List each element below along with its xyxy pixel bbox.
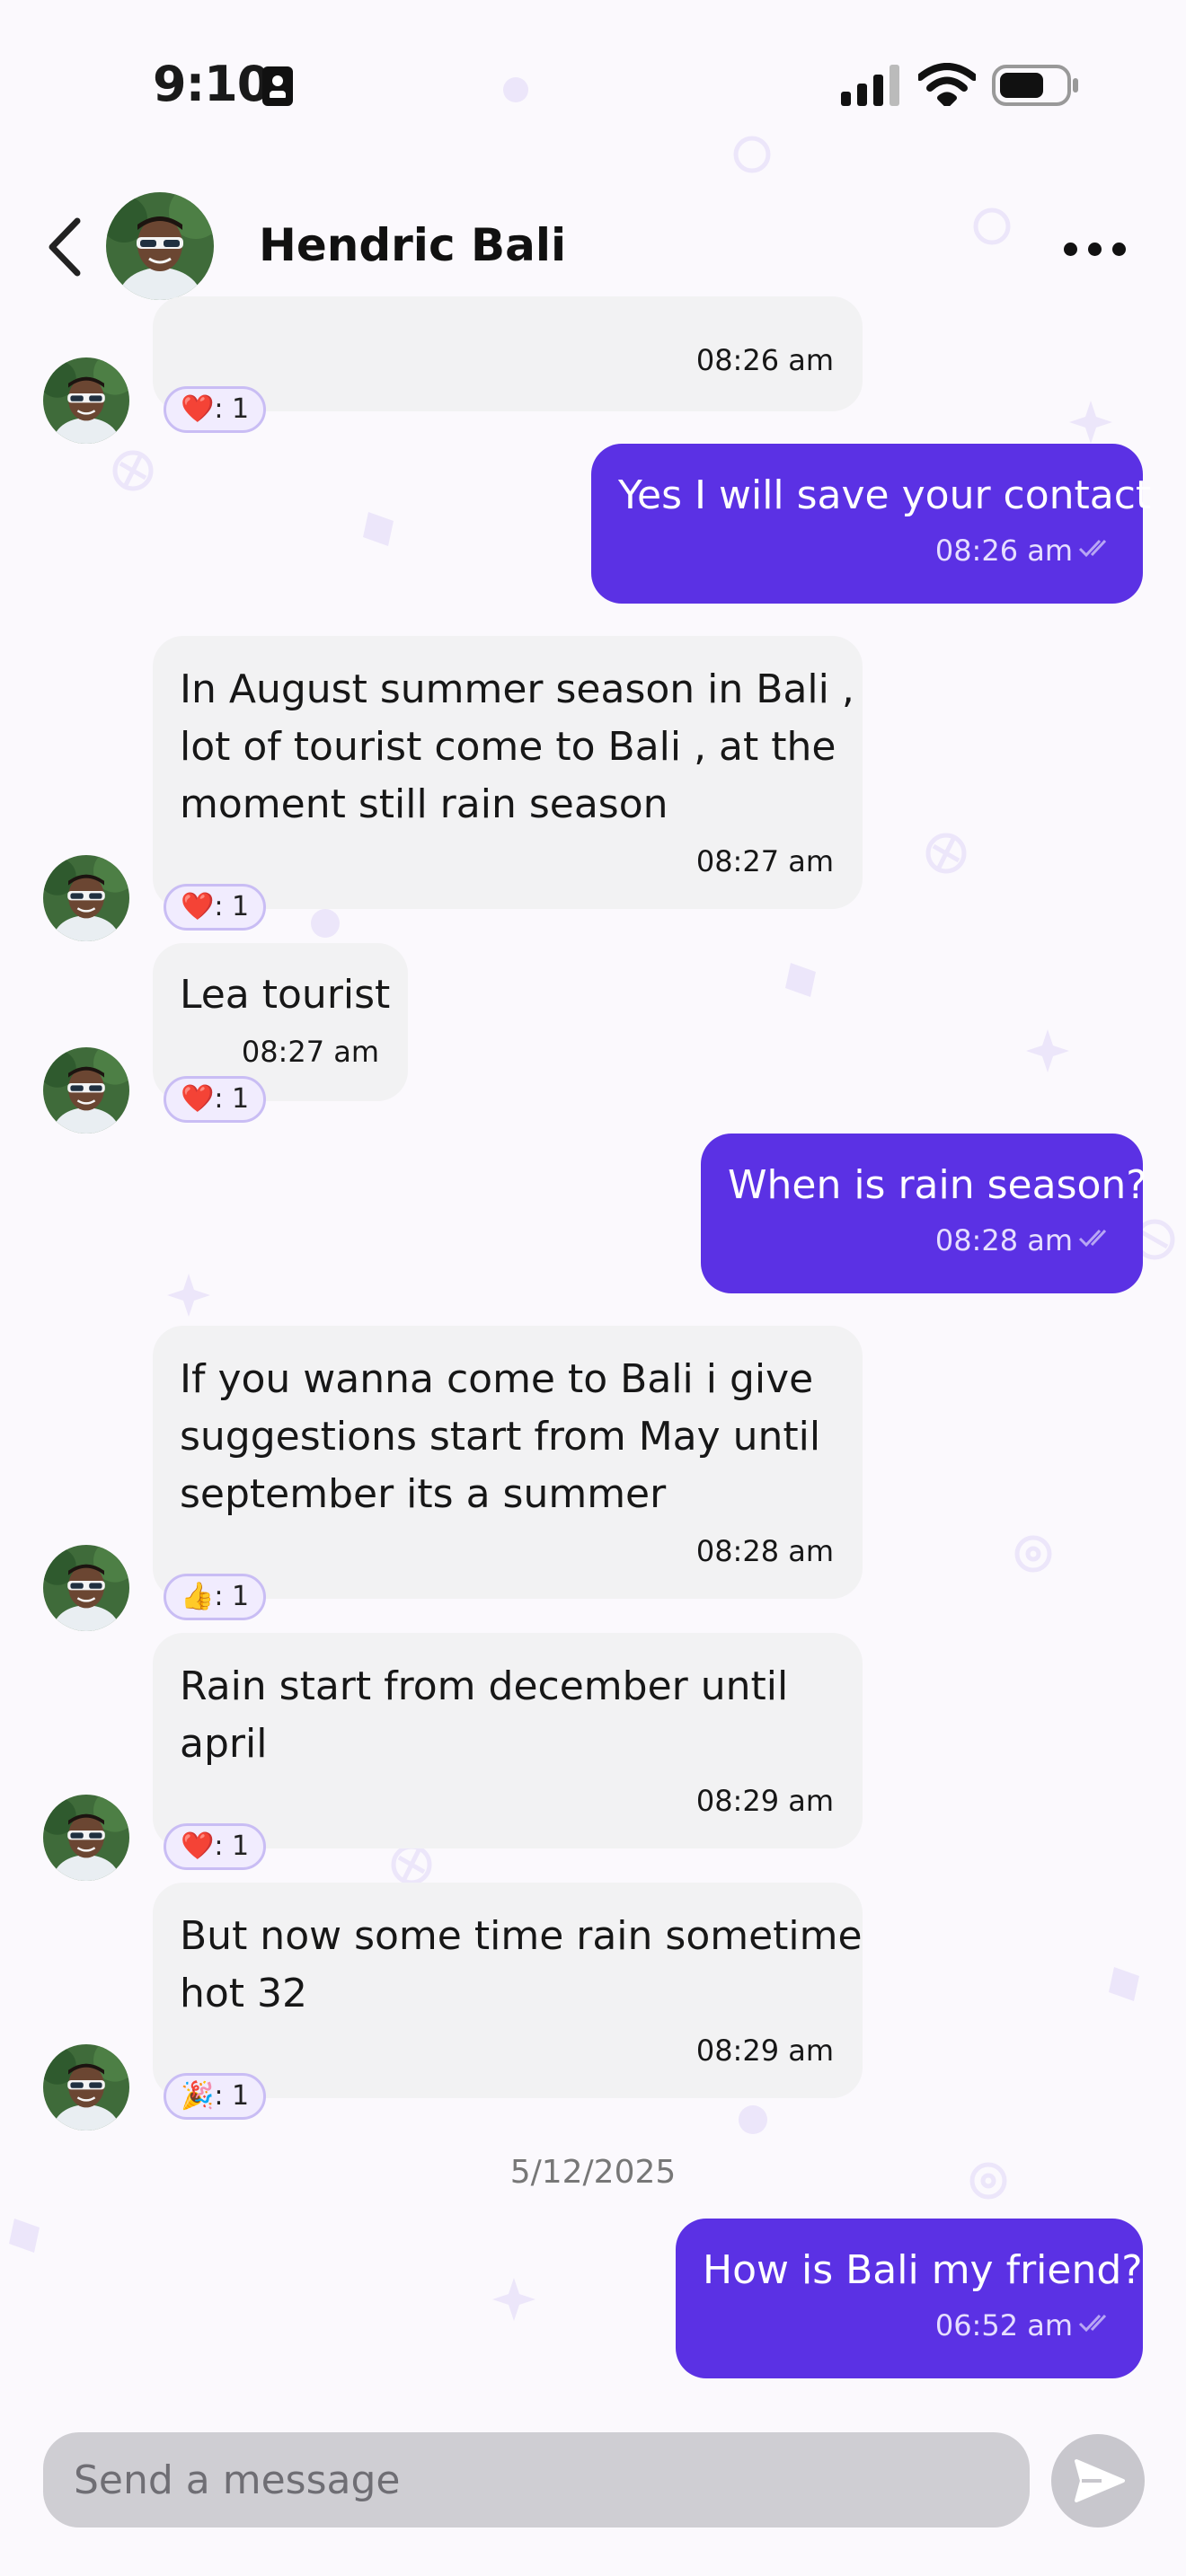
double-check-icon bbox=[1078, 1229, 1107, 1248]
outgoing-message[interactable]: Yes I will save your contact 08:26 am bbox=[591, 444, 1152, 604]
back-icon[interactable] bbox=[43, 216, 88, 278]
message-time: 06:52 am bbox=[934, 2308, 1073, 2342]
reaction-badge[interactable]: ❤️: 1 bbox=[164, 1076, 266, 1123]
contact-name[interactable]: Hendric Bali bbox=[259, 219, 566, 271]
send-button[interactable] bbox=[1051, 2434, 1145, 2527]
reaction-count: : 1 bbox=[214, 2080, 250, 2112]
heart-reaction-icon: ❤️ bbox=[180, 393, 215, 425]
reaction-count: : 1 bbox=[214, 891, 250, 922]
outgoing-message[interactable]: How is Bali my friend? 06:52 am bbox=[676, 2219, 1143, 2378]
message-text: Rain start from december until bbox=[180, 1663, 789, 1709]
message-composer bbox=[0, 2407, 1186, 2576]
message-time: 08:26 am bbox=[695, 343, 834, 377]
date-separator: 5/12/2025 bbox=[509, 2154, 677, 2191]
sender-avatar[interactable] bbox=[43, 1795, 129, 1881]
reaction-count: : 1 bbox=[214, 1831, 250, 1862]
outgoing-message[interactable]: When is rain season? 08:28 am bbox=[701, 1134, 1147, 1293]
sender-avatar[interactable] bbox=[43, 1545, 129, 1631]
battery-icon bbox=[992, 65, 1078, 106]
reaction-badge[interactable]: 👍: 1 bbox=[164, 1574, 266, 1620]
status-time: 9:10 bbox=[153, 56, 270, 112]
message-text: lot of tourist come to Bali , at the bbox=[180, 724, 836, 770]
message-text: hot 32 bbox=[180, 1971, 308, 2016]
message-time: 08:28 am bbox=[695, 1534, 834, 1568]
signal-icon bbox=[841, 65, 899, 106]
reaction-count: : 1 bbox=[214, 1581, 250, 1612]
message-time: 08:26 am bbox=[934, 534, 1073, 568]
wifi-icon bbox=[918, 63, 976, 106]
message-text: In August summer season in Bali , bbox=[180, 666, 854, 712]
heart-reaction-icon: ❤️ bbox=[180, 891, 215, 922]
message-text: april bbox=[180, 1721, 268, 1767]
sender-avatar[interactable] bbox=[43, 2044, 129, 2130]
message-input[interactable] bbox=[43, 2432, 1030, 2527]
message-text: If you wanna come to Bali i give bbox=[180, 1356, 814, 1402]
reaction-badge[interactable]: 🎉: 1 bbox=[164, 2073, 266, 2120]
message-time: 08:27 am bbox=[695, 844, 834, 878]
incoming-message[interactable]: Rain start from december until april 08:… bbox=[153, 1633, 863, 1848]
message-text: september its a summer bbox=[180, 1471, 667, 1517]
message-text: When is rain season? bbox=[728, 1162, 1147, 1208]
message-text: suggestions start from May until bbox=[180, 1414, 821, 1460]
reaction-badge[interactable]: ❤️: 1 bbox=[164, 1823, 266, 1870]
heart-reaction-icon: ❤️ bbox=[180, 1083, 215, 1115]
message-text: moment still rain season bbox=[180, 781, 668, 827]
thumbs-up-reaction-icon: 👍 bbox=[180, 1581, 215, 1612]
sender-avatar[interactable] bbox=[43, 357, 129, 444]
message-text: Lea tourist bbox=[180, 972, 391, 1018]
reaction-badge[interactable]: ❤️: 1 bbox=[164, 884, 266, 931]
message-time: 08:29 am bbox=[695, 2033, 834, 2068]
message-text: But now some time rain sometime bbox=[180, 1913, 863, 1959]
incoming-message[interactable]: If you wanna come to Bali i give suggest… bbox=[153, 1326, 863, 1599]
message-time: 08:27 am bbox=[241, 1035, 379, 1069]
double-check-icon bbox=[1078, 2314, 1107, 2333]
contact-avatar[interactable] bbox=[106, 192, 214, 300]
party-reaction-icon: 🎉 bbox=[180, 2080, 215, 2112]
more-options-icon[interactable] bbox=[1064, 239, 1127, 260]
status-bar: 9:10 bbox=[0, 0, 1186, 171]
heart-reaction-icon: ❤️ bbox=[180, 1831, 215, 1862]
sender-avatar[interactable] bbox=[43, 855, 129, 941]
incoming-message[interactable]: In August summer season in Bali , lot of… bbox=[153, 636, 863, 909]
message-time: 08:29 am bbox=[695, 1784, 834, 1818]
double-check-icon bbox=[1078, 539, 1107, 558]
message-text: Yes I will save your contact bbox=[618, 472, 1152, 518]
message-text: How is Bali my friend? bbox=[703, 2247, 1143, 2293]
message-time: 08:28 am bbox=[934, 1223, 1073, 1257]
contact-card-icon bbox=[262, 66, 293, 106]
reaction-badge[interactable]: ❤️: 1 bbox=[164, 386, 266, 433]
reaction-count: : 1 bbox=[214, 1083, 250, 1115]
send-icon bbox=[1075, 2459, 1125, 2502]
incoming-message[interactable]: But now some time rain sometime hot 32 0… bbox=[153, 1883, 863, 2098]
sender-avatar[interactable] bbox=[43, 1047, 129, 1134]
reaction-count: : 1 bbox=[214, 393, 250, 425]
